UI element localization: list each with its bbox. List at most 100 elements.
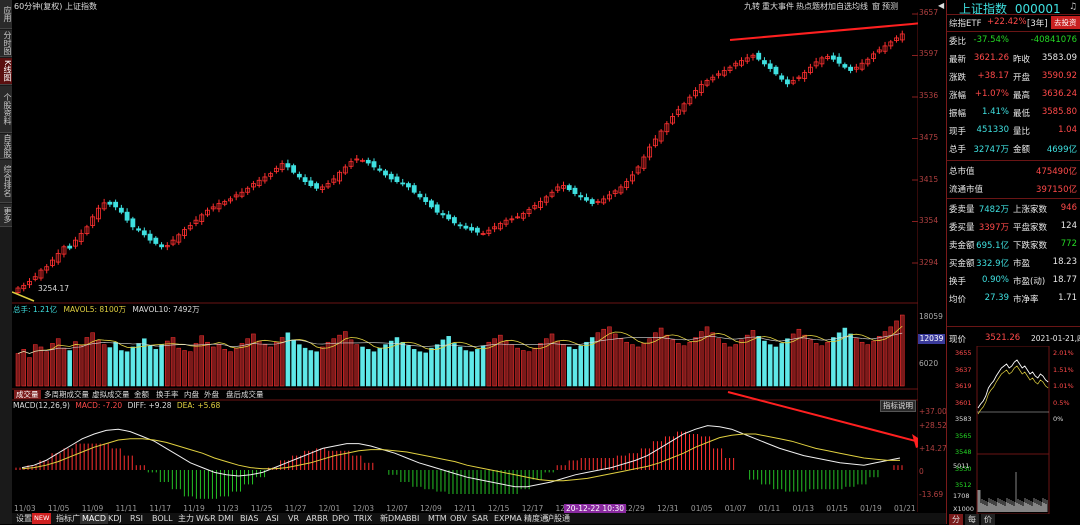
volume-bar: [727, 346, 733, 387]
bottom-tab-15[interactable]: TRIX: [352, 513, 374, 524]
bottom-tab-8[interactable]: W&R: [194, 513, 218, 524]
quote-label: 最新: [949, 55, 967, 65]
candle-body: [417, 193, 423, 198]
bottom-tab-5[interactable]: RSI: [128, 513, 145, 524]
macd-tick: +28.52: [919, 421, 947, 430]
bottom-tab-19[interactable]: OBV: [448, 513, 469, 524]
kline-chart[interactable]: [12, 12, 918, 512]
header-button-6[interactable]: 预测: [882, 1, 898, 12]
bottom-tab-11[interactable]: ASI: [264, 513, 281, 524]
time-tick: 12/07: [386, 504, 408, 513]
mini-pct-tick: 1.51%: [1053, 365, 1074, 374]
time-tick: 11/25: [250, 504, 273, 513]
bottom-tab-7[interactable]: 主力: [176, 513, 196, 524]
sub-tab-1[interactable]: 多周期成交量: [44, 390, 89, 399]
time-tick: 01/15: [826, 504, 848, 513]
bottom-tab-17[interactable]: BBI: [404, 513, 421, 524]
volume-bar: [802, 334, 807, 387]
bottom-tab-3[interactable]: MACD: [80, 513, 108, 524]
sub-tab-7[interactable]: 盘后成交量: [226, 390, 264, 399]
header-button-1[interactable]: 重大事件: [762, 1, 794, 12]
expand-icon[interactable]: ◀: [938, 1, 944, 10]
bottom-tab-14[interactable]: DPO: [330, 513, 351, 524]
mini-price-label: 现价: [949, 335, 967, 345]
candle-body: [411, 185, 417, 193]
bottom-tab-12[interactable]: VR: [286, 513, 301, 524]
left-tab-1[interactable]: 分时图: [0, 30, 12, 57]
mini-tab-0[interactable]: 分: [949, 514, 963, 525]
bottom-tab-6[interactable]: BOLL: [150, 513, 175, 524]
left-tab-2[interactable]: K线图: [0, 58, 12, 85]
left-tab-0[interactable]: 应用: [0, 0, 12, 29]
header-button-2[interactable]: 热点题材: [796, 1, 828, 12]
candle-body: [124, 211, 130, 221]
header-button-5[interactable]: 窗: [872, 1, 880, 12]
candle-body: [400, 182, 406, 185]
quote-value-2: 3585.80: [1041, 107, 1077, 117]
volume-bar: [354, 344, 360, 387]
volume-bar: [773, 346, 779, 387]
sub-tab-6[interactable]: 外盘: [204, 390, 219, 399]
bottom-tab-21[interactable]: EXPMA: [492, 513, 524, 524]
volume-bar: [831, 337, 836, 387]
candle-body: [308, 180, 314, 186]
left-tab-3[interactable]: 个股资料: [0, 86, 12, 133]
quote-label-2: 最低: [1013, 109, 1031, 119]
mini-tab-1[interactable]: 每: [965, 514, 979, 525]
volume-bar: [176, 347, 182, 387]
candle-body: [589, 199, 595, 204]
market-row: 流通市值 397150亿: [947, 180, 1080, 196]
candle-body: [451, 217, 457, 224]
sub-tab-5[interactable]: 内盘: [184, 390, 199, 399]
volume-bar: [756, 336, 761, 387]
bottom-tab-20[interactable]: SAR: [470, 513, 490, 524]
volume-bar: [618, 338, 624, 387]
bottom-tab-10[interactable]: BIAS: [238, 513, 260, 524]
volume-ma10: MAVOL10: 7492万: [132, 305, 200, 314]
volume-bar: [113, 341, 118, 387]
bottom-tab-4[interactable]: KDJ: [106, 513, 124, 524]
volume-bar: [130, 346, 136, 387]
volume-bar: [67, 350, 72, 387]
header-button-4[interactable]: 均线: [852, 1, 868, 12]
invest-button[interactable]: 去投资: [1051, 16, 1080, 29]
volume-bar: [377, 347, 383, 387]
volume-bar: [854, 338, 859, 387]
time-tick: 11/23: [217, 504, 239, 513]
bottom-tab-9[interactable]: DMI: [216, 513, 235, 524]
volume-bar: [360, 346, 365, 387]
sub-tab-0[interactable]: 成交量: [14, 390, 41, 399]
indicator-help-button[interactable]: 指标说明: [880, 400, 916, 412]
candle-body: [394, 176, 400, 183]
header-button-0[interactable]: 九转: [744, 1, 760, 12]
candle-body: [67, 245, 73, 249]
left-tab-6[interactable]: 更多: [0, 204, 12, 227]
volume-bar: [388, 340, 394, 387]
left-tab-5[interactable]: 综合排名: [0, 160, 12, 203]
header-button-3[interactable]: 加自选: [828, 1, 852, 12]
volume-bar: [785, 338, 790, 387]
mini-pct-tick: 0.5%: [1053, 398, 1070, 407]
bottom-tab-23[interactable]: 沪股通: [544, 513, 572, 524]
quote-value-2: 3590.92: [1041, 71, 1077, 81]
sub-tab-4[interactable]: 换手率: [156, 390, 179, 399]
candle-body: [463, 225, 469, 229]
left-tab-4[interactable]: 自选股: [0, 134, 12, 159]
volume-bar: [15, 353, 21, 387]
bottom-tab-13[interactable]: ARBR: [304, 513, 330, 524]
sub-tab-2[interactable]: 虚拟成交量: [92, 390, 130, 399]
volume-bar: [107, 347, 113, 387]
mini-tab-2[interactable]: 价: [981, 514, 995, 525]
volume-bar: [578, 345, 583, 387]
volume-bar: [658, 327, 664, 387]
bell-icon[interactable]: ♫: [1069, 2, 1077, 12]
bottom-tab-18[interactable]: MTM: [426, 513, 449, 524]
volume-tick: 6020: [919, 359, 939, 368]
sub-tab-3[interactable]: 金额: [134, 390, 149, 399]
breadth-label-2: 市净率: [1013, 295, 1039, 305]
bottom-tab-0[interactable]: 设置: [14, 513, 34, 524]
bottom-tab-1[interactable]: NEW: [32, 513, 52, 524]
quote-label: 现手: [949, 127, 967, 137]
volume-bar: [670, 339, 675, 387]
quote-label-2: 金额: [1013, 145, 1031, 155]
